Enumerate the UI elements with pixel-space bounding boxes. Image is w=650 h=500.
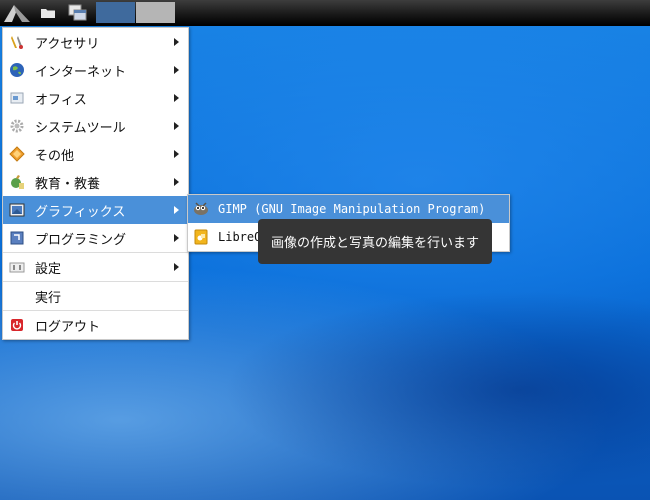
tooltip: 画像の作成と写真の編集を行います [258,219,492,264]
chevron-right-icon [174,178,179,186]
chevron-right-icon [174,234,179,242]
menu-item-internet[interactable]: インターネット [3,56,188,84]
menu-item-graphics[interactable]: グラフィックス [3,196,188,224]
chevron-right-icon [174,150,179,158]
menu-item-programming[interactable]: プログラミング [3,224,188,252]
programming-icon [8,229,26,247]
chevron-right-icon [174,122,179,130]
menu-item-label: その他 [35,148,75,164]
menu-item-settings[interactable]: 設定 [3,253,188,281]
system-tools-icon [8,117,26,135]
menu-item-label: 設定 [35,261,62,277]
menu-item-other[interactable]: その他 [3,140,188,168]
start-menu-button[interactable] [0,0,34,25]
chevron-right-icon [174,66,179,74]
libreoffice-draw-icon [192,228,210,246]
settings-icon [8,258,26,276]
gimp-icon [192,200,210,218]
office-icon [8,89,26,107]
logout-icon [8,316,26,334]
menu-item-label: 教育・教養 [35,176,101,192]
chevron-right-icon [174,206,179,214]
menu-item-office[interactable]: オフィス [3,84,188,112]
menu-item-label: アクセサリ [35,36,100,52]
file-manager-button[interactable] [38,0,58,25]
education-icon [8,173,26,191]
desktop-switcher-1[interactable] [96,2,135,23]
menu-item-logout[interactable]: ログアウト [3,311,188,339]
menu-item-label: システムツール [35,120,126,136]
menu-item-label: ログアウト [35,319,101,335]
internet-icon [8,61,26,79]
show-desktop-button[interactable] [66,0,90,25]
start-menu-icon [4,4,30,22]
accessories-icon [8,33,26,51]
menu-item-label: グラフィックス [35,204,126,220]
menu-item-run[interactable]: 実行 [3,282,188,310]
menu-item-label: 実行 [35,290,62,306]
menu-item-label: インターネット [35,64,127,80]
graphics-icon [8,201,26,219]
menu-item-label: オフィス [35,92,87,108]
desktop-switcher-2[interactable] [136,2,175,23]
chevron-right-icon [174,38,179,46]
chevron-right-icon [174,263,179,271]
other-icon [8,145,26,163]
chevron-right-icon [174,94,179,102]
taskbar [0,0,650,25]
menu-item-system-tools[interactable]: システムツール [3,112,188,140]
submenu-item-label: GIMP (GNU Image Manipulation Program) [218,202,486,216]
menu-item-accessories[interactable]: アクセサリ [3,28,188,56]
windows-icon [68,4,87,20]
folder-icon [41,8,55,18]
application-menu: アクセサリ インターネット オフィス システムツール その他 教育・教養 グラフ… [2,27,189,340]
menu-item-label: プログラミング [35,232,127,248]
menu-item-education[interactable]: 教育・教養 [3,168,188,196]
